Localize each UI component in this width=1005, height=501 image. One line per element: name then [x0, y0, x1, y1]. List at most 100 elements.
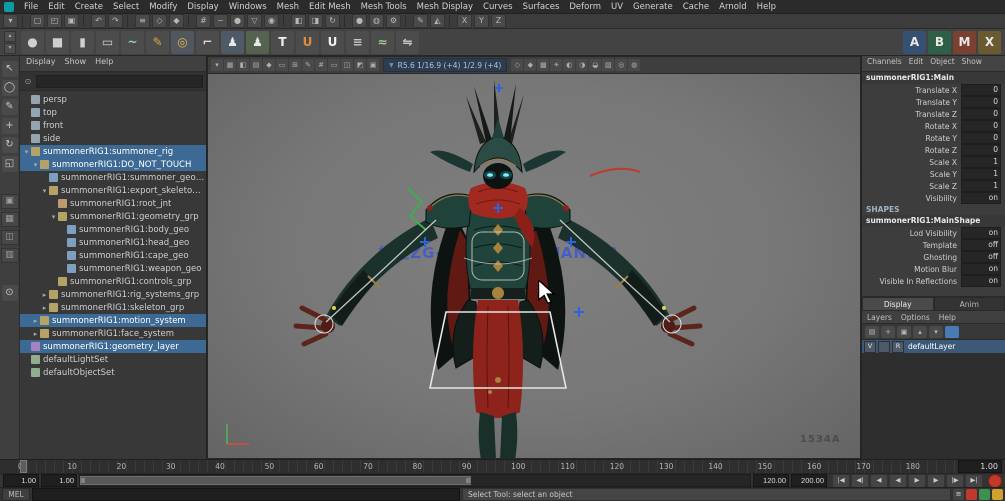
step-back-key-button[interactable]: ◀| — [851, 474, 869, 488]
bookmark-icon[interactable]: ◆ — [263, 59, 275, 71]
outliner-item[interactable]: summonerRIG1:cape_geo — [20, 249, 206, 262]
render-settings-icon[interactable]: ⚙ — [386, 14, 401, 28]
shelf-tab-up-icon[interactable]: ▴ — [4, 31, 16, 42]
layer-tab-anim[interactable]: Anim — [934, 297, 1005, 311]
ik-handle-icon[interactable]: ⌐ — [196, 31, 219, 54]
command-input[interactable] — [32, 488, 460, 501]
channelbox-menu-object[interactable]: Object — [930, 57, 954, 70]
make-live-icon[interactable]: ◉ — [264, 14, 279, 28]
range-handle-right[interactable] — [466, 478, 470, 483]
outliner-item[interactable]: ▾summonerRIG1:DO_NOT_TOUCH — [20, 158, 206, 171]
menu-edit-mesh[interactable]: Edit Mesh — [304, 1, 356, 13]
paint-select-tool[interactable]: ✎ — [2, 99, 18, 115]
animation-start-field[interactable] — [3, 474, 39, 487]
menu-select[interactable]: Select — [108, 1, 144, 13]
attribute-value-field[interactable]: 0 — [961, 120, 1001, 132]
snap-grid-icon[interactable]: # — [196, 14, 211, 28]
channel-object-name[interactable]: summonerRIG1:Main — [862, 72, 1005, 84]
attribute-value-field[interactable]: on — [961, 263, 1001, 275]
grease-pencil-icon[interactable]: ✎ — [302, 59, 314, 71]
outliner-item[interactable]: ▾summonerRIG1:export_skeleton_grp — [20, 184, 206, 197]
menu-file[interactable]: File — [19, 1, 43, 13]
ipr-render-icon[interactable]: ◍ — [369, 14, 384, 28]
outliner-item[interactable]: side — [20, 132, 206, 145]
error-indicator-icon[interactable] — [966, 489, 977, 500]
script-editor-icon[interactable]: ≡ — [953, 489, 964, 500]
outliner-item[interactable]: summonerRIG1:summoner_geo_UE4_low_SK — [20, 171, 206, 184]
poly-cube-icon[interactable]: ■ — [46, 31, 69, 54]
new-layer-icon[interactable]: + — [881, 326, 895, 338]
pan-zoom-icon[interactable]: ⊞ — [289, 59, 301, 71]
outliner-item[interactable]: summonerRIG1:weapon_geo — [20, 262, 206, 275]
shadows-icon[interactable]: ◐ — [563, 59, 575, 71]
grid-toggle-icon[interactable]: # — [315, 59, 327, 71]
constraint-icon[interactable]: ≡ — [346, 31, 369, 54]
curve-tool-icon[interactable]: ~ — [121, 31, 144, 54]
anti-alias-icon[interactable]: ▨ — [602, 59, 614, 71]
isolate-select-icon[interactable]: ◎ — [615, 59, 627, 71]
film-gate-icon[interactable]: ▭ — [328, 59, 340, 71]
paint-effects-icon[interactable]: ✎ — [413, 14, 428, 28]
wireframe-icon[interactable]: ◇ — [511, 59, 523, 71]
joint-tool-icon[interactable]: ◎ — [171, 31, 194, 54]
expander-icon[interactable]: ▾ — [40, 187, 49, 195]
outliner-menu-help[interactable]: Help — [95, 57, 113, 70]
output-connections-icon[interactable]: ◨ — [308, 14, 323, 28]
channelbox-menu-channels[interactable]: Channels — [867, 57, 902, 70]
expander-icon[interactable]: ▸ — [31, 330, 40, 338]
select-camera-icon[interactable]: ▦ — [224, 59, 236, 71]
expander-icon[interactable]: ▸ — [40, 304, 49, 312]
layout-outliner-persp[interactable]: ▥ — [1, 248, 19, 263]
layer-menu-options[interactable]: Options — [901, 313, 930, 322]
outliner-item[interactable]: ▾summonerRIG1:summoner_rig — [20, 145, 206, 158]
coord-x-icon[interactable]: X — [457, 14, 472, 28]
mash-shelf-icon[interactable]: M — [953, 31, 976, 54]
range-slider[interactable] — [79, 474, 751, 487]
snap-curve-icon[interactable]: ~ — [213, 14, 228, 28]
move-tool[interactable]: + — [2, 118, 18, 134]
viewport-renderer-dropdown[interactable]: ▼ R5.6 1/16.9 (+4) 1/2.9 (+4) — [383, 58, 507, 72]
shelf-tab-selector[interactable]: ▴ ▾ — [4, 31, 16, 54]
layer-playback-toggle[interactable] — [878, 341, 890, 353]
resolution-gate-icon[interactable]: ◫ — [341, 59, 353, 71]
expander-icon[interactable]: ▸ — [40, 291, 49, 299]
u-tool-orange-icon[interactable]: U — [296, 31, 319, 54]
menu-mesh-tools[interactable]: Mesh Tools — [356, 1, 412, 13]
poly-plane-icon[interactable]: ▭ — [96, 31, 119, 54]
arnold-shelf-icon[interactable]: A — [903, 31, 926, 54]
outliner-item[interactable]: ▸summonerRIG1:rig_systems_grp — [20, 288, 206, 301]
outliner-item[interactable]: persp — [20, 93, 206, 106]
outliner-search-input[interactable] — [36, 75, 203, 88]
success-indicator-icon[interactable] — [979, 489, 990, 500]
menu-create[interactable]: Create — [70, 1, 108, 13]
attribute-value-field[interactable]: 1 — [961, 156, 1001, 168]
menu-display[interactable]: Display — [182, 1, 223, 13]
t-pose-icon[interactable]: T — [271, 31, 294, 54]
range-slider-active[interactable] — [80, 476, 471, 485]
layer-menu-layers[interactable]: Layers — [867, 313, 892, 322]
expander-icon[interactable]: ▾ — [49, 213, 58, 221]
scale-tool[interactable]: ◱ — [2, 156, 18, 172]
outliner-item[interactable]: summonerRIG1:root_jnt — [20, 197, 206, 210]
go-to-start-button[interactable]: |◀ — [832, 474, 850, 488]
bifrost-shelf-icon[interactable]: B — [928, 31, 951, 54]
redo-icon[interactable]: ↷ — [108, 14, 123, 28]
construction-history-icon[interactable]: ↻ — [325, 14, 340, 28]
outliner-menu-show[interactable]: Show — [65, 57, 87, 70]
layout-two-pane[interactable]: ◫ — [1, 230, 19, 245]
attribute-value-field[interactable]: 0 — [961, 144, 1001, 156]
move-layer-up-icon[interactable]: ▴ — [913, 326, 927, 338]
outliner-item[interactable]: defaultObjectSet — [20, 366, 206, 379]
current-time-marker[interactable] — [20, 460, 27, 473]
expander-icon[interactable]: ▸ — [31, 317, 40, 325]
warning-indicator-icon[interactable] — [992, 489, 1003, 500]
safe-action-icon[interactable]: ▣ — [367, 59, 379, 71]
menu-curves[interactable]: Curves — [478, 1, 518, 13]
new-scene-icon[interactable]: ▢ — [30, 14, 45, 28]
attribute-value-field[interactable]: on — [961, 192, 1001, 204]
gate-mask-icon[interactable]: ◩ — [354, 59, 366, 71]
attribute-value-field[interactable]: 1 — [961, 180, 1001, 192]
open-scene-icon[interactable]: ◰ — [47, 14, 62, 28]
layer-type-toggle[interactable]: R — [892, 341, 904, 353]
outliner-item[interactable]: ▸summonerRIG1:skeleton_grp — [20, 301, 206, 314]
